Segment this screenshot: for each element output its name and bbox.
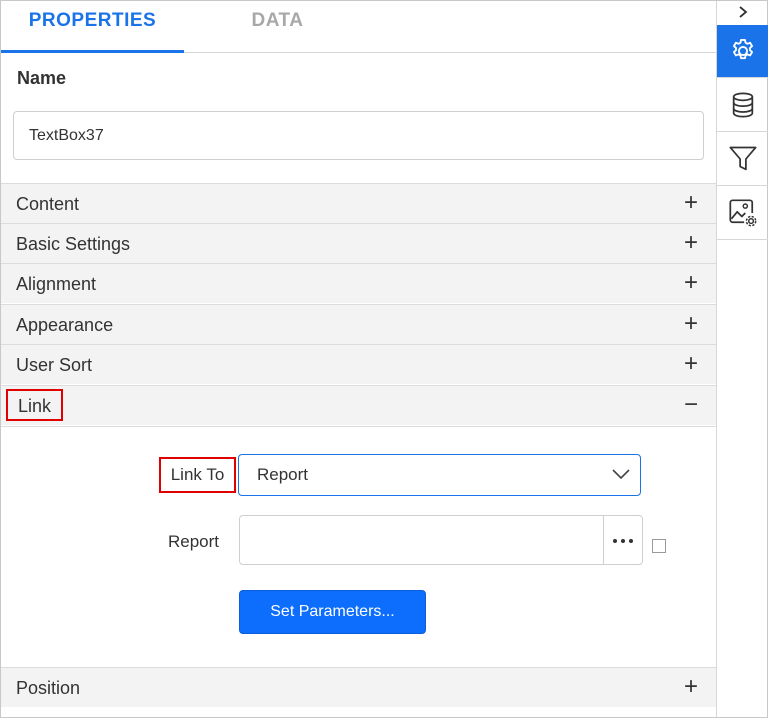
properties-settings-button[interactable]: [717, 25, 768, 78]
report-expression-checkbox[interactable]: [652, 539, 666, 553]
section-alignment[interactable]: Alignment +: [1, 263, 716, 303]
section-position-label: Position: [16, 678, 81, 698]
name-input[interactable]: [13, 111, 704, 160]
data-source-button[interactable]: [717, 79, 768, 132]
collapse-icon: −: [683, 391, 698, 418]
image-settings-button[interactable]: [717, 187, 768, 240]
collapse-panel-button[interactable]: [717, 1, 768, 25]
section-alignment-label: Alignment: [16, 274, 97, 294]
section-content-label: Content: [16, 194, 80, 214]
filter-button[interactable]: [717, 133, 768, 186]
expand-icon: +: [683, 189, 698, 216]
link-to-label: Link To: [159, 457, 236, 493]
database-icon: [732, 92, 753, 118]
expand-icon: +: [683, 229, 698, 256]
section-user-sort-label: User Sort: [16, 355, 93, 375]
image-settings-icon: [728, 199, 756, 227]
link-to-dropdown[interactable]: Report: [238, 454, 641, 496]
section-appearance[interactable]: Appearance +: [1, 304, 716, 344]
tab-data[interactable]: DATA: [184, 1, 371, 53]
name-label: Name: [17, 68, 67, 88]
more-dots-icon: [613, 539, 633, 543]
expand-icon: +: [683, 673, 698, 700]
report-field: [239, 515, 643, 565]
set-parameters-button[interactable]: Set Parameters...: [239, 590, 426, 634]
chevron-right-icon: [738, 6, 747, 18]
expand-icon: +: [683, 310, 698, 337]
section-basic-settings-label: Basic Settings: [16, 234, 131, 254]
link-to-selected-value: Report: [257, 465, 309, 484]
gear-icon: [732, 38, 753, 60]
right-toolbar: [716, 1, 768, 717]
section-position[interactable]: Position +: [1, 667, 716, 707]
report-input[interactable]: [240, 516, 604, 564]
tab-bar: PROPERTIES DATA: [1, 1, 716, 53]
section-appearance-label: Appearance: [16, 315, 114, 335]
section-link[interactable]: Link −: [1, 385, 716, 425]
chevron-down-icon: [612, 469, 630, 480]
tab-properties[interactable]: PROPERTIES: [1, 1, 184, 53]
browse-report-button[interactable]: [603, 516, 642, 564]
filter-icon: [728, 146, 757, 171]
section-basic-settings[interactable]: Basic Settings +: [1, 223, 716, 263]
section-content[interactable]: Content +: [1, 183, 716, 223]
link-section-body: Link To Report Report Set Parameters...: [1, 426, 716, 666]
expand-icon: +: [683, 350, 698, 377]
report-label: Report: [168, 532, 220, 551]
expand-icon: +: [683, 269, 698, 296]
section-link-label: Link: [6, 389, 64, 421]
section-user-sort[interactable]: User Sort +: [1, 344, 716, 384]
